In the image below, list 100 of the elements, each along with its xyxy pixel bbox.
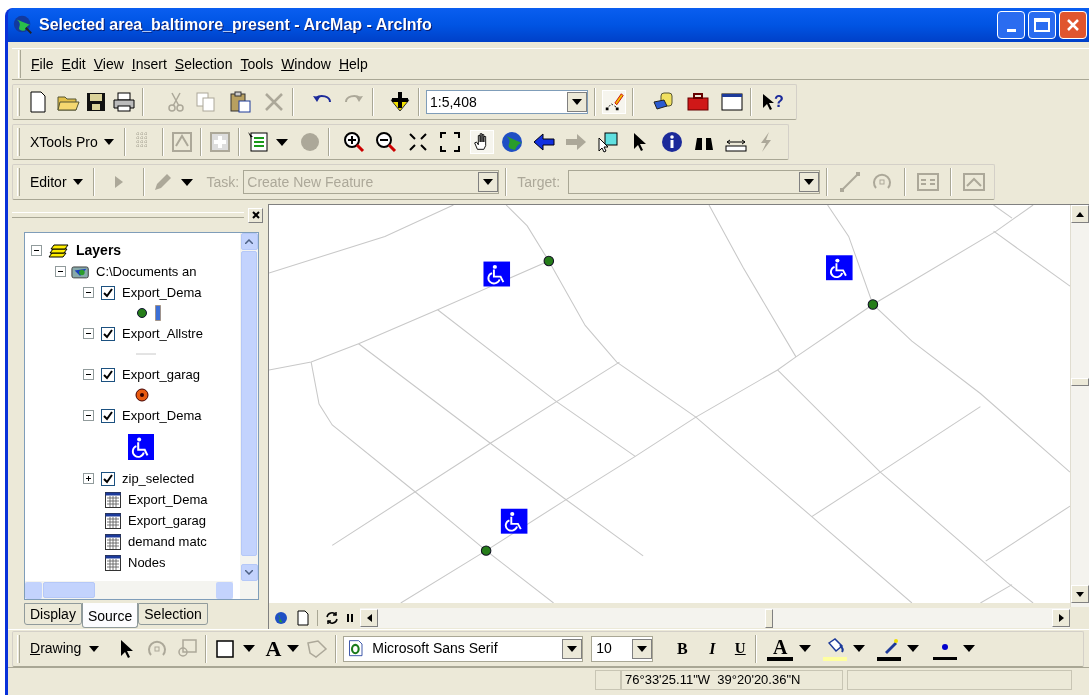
- check-icon: [103, 410, 113, 421]
- collapse-button[interactable]: [31, 244, 42, 256]
- dropdown-button[interactable]: [632, 638, 653, 659]
- tree-item[interactable]: C:\Documents an: [96, 261, 197, 282]
- accessible-marker[interactable]: [500, 508, 528, 534]
- scroll-up-button[interactable]: [1071, 205, 1089, 223]
- vertical-scrollbar[interactable]: [1070, 205, 1089, 607]
- menu-item[interactable]: View: [89, 53, 128, 75]
- fill-color-icon[interactable]: [823, 636, 848, 661]
- horizontal-scrollbar[interactable]: [25, 581, 233, 599]
- paste-icon[interactable]: [228, 90, 252, 114]
- scale-field[interactable]: 1:5,408: [426, 90, 588, 114]
- italic-button[interactable]: I: [703, 636, 722, 661]
- globe-icon[interactable]: [272, 609, 290, 627]
- node-marker[interactable]: [543, 255, 555, 267]
- panel-tab[interactable]: Display: [24, 603, 82, 625]
- tree-item[interactable]: Nodes: [128, 552, 166, 573]
- tree-item[interactable]: demand matc: [128, 531, 207, 552]
- scroll-thumb[interactable]: [765, 608, 773, 628]
- layer-checkbox[interactable]: [101, 471, 115, 486]
- toolbox-icon[interactable]: [686, 90, 710, 114]
- panel-tab[interactable]: Source: [81, 603, 139, 628]
- close-button[interactable]: [248, 207, 263, 223]
- node-marker[interactable]: [867, 299, 879, 310]
- collapse-button[interactable]: [55, 266, 66, 277]
- tree-item[interactable]: Export_garag: [128, 510, 207, 531]
- zoom-out-icon[interactable]: [373, 130, 398, 154]
- page-icon[interactable]: [296, 610, 310, 626]
- menu-item[interactable]: Selection: [170, 53, 237, 75]
- font-field[interactable]: Microsoft Sans Serif: [343, 635, 584, 662]
- menu-item[interactable]: Help: [334, 53, 372, 75]
- command-window-icon[interactable]: [720, 90, 744, 114]
- maximize-button[interactable]: [1028, 11, 1056, 39]
- layer-checkbox[interactable]: [101, 285, 115, 300]
- scroll-right-button[interactable]: [1052, 609, 1070, 627]
- line-symbol-icon: [155, 305, 161, 321]
- spreadsheet-icon[interactable]: [245, 130, 270, 154]
- globe-icon[interactable]: [499, 130, 524, 154]
- scroll-left-button[interactable]: [360, 609, 378, 627]
- horizontal-scrollbar[interactable]: [360, 608, 1070, 628]
- layer-checkbox[interactable]: [101, 326, 115, 341]
- tree-item[interactable]: Export_Dema: [122, 405, 202, 426]
- refresh-icon[interactable]: [324, 610, 340, 626]
- node-marker[interactable]: [480, 545, 492, 556]
- tree-item[interactable]: zip_selected: [122, 468, 195, 489]
- print-icon[interactable]: [112, 90, 136, 114]
- dropdown-button[interactable]: [478, 172, 499, 192]
- tree-item[interactable]: Export_Dema: [128, 489, 208, 510]
- pan-icon[interactable]: [469, 130, 494, 154]
- info-icon[interactable]: [659, 130, 684, 154]
- menu-item[interactable]: Insert: [127, 53, 171, 75]
- layer-checkbox[interactable]: [101, 408, 115, 423]
- menu-item[interactable]: Tools: [236, 53, 278, 75]
- accessible-marker[interactable]: [826, 255, 853, 281]
- menu-item[interactable]: Edit: [57, 53, 90, 75]
- font-size-field[interactable]: 10: [591, 635, 654, 662]
- menu-item[interactable]: Window: [277, 53, 335, 75]
- collapse-button[interactable]: [83, 328, 94, 339]
- tree-item[interactable]: Layers: [76, 239, 122, 261]
- collapse-button[interactable]: [83, 410, 94, 421]
- coordinates-readout: 76°33'25.11"W 39°20'20.36"N: [621, 669, 843, 690]
- text-tool-button[interactable]: A: [265, 637, 282, 660]
- caret-icon: [799, 645, 812, 652]
- panel-grip[interactable]: [12, 212, 244, 218]
- zoom-in-icon[interactable]: [341, 130, 366, 154]
- caret-icon: [804, 179, 815, 185]
- tree-item[interactable]: Export_Allstre: [122, 323, 203, 344]
- select-features-icon[interactable]: [595, 130, 620, 154]
- scroll-thumb[interactable]: [1071, 378, 1089, 386]
- dropdown-button[interactable]: [562, 638, 583, 659]
- accessible-marker[interactable]: [483, 261, 511, 287]
- dropdown-button[interactable]: [799, 172, 820, 192]
- caret-icon: [567, 645, 578, 652]
- expand-button[interactable]: [83, 473, 94, 484]
- back-arrow-icon[interactable]: [531, 130, 556, 154]
- menu-item[interactable]: File: [27, 53, 58, 75]
- add-data-icon[interactable]: [388, 90, 412, 114]
- xtools-menu-button[interactable]: XTools Pro: [26, 131, 118, 153]
- minimize-button[interactable]: [997, 11, 1025, 39]
- editor-toolbar-icon[interactable]: [602, 90, 626, 114]
- status-panel: [595, 669, 621, 690]
- collapse-button[interactable]: [83, 369, 94, 380]
- tree-item[interactable]: Export_garag: [122, 364, 201, 385]
- underline-button[interactable]: U: [731, 637, 750, 660]
- whats-this-button[interactable]: ?: [762, 93, 784, 111]
- vertical-scrollbar[interactable]: [240, 233, 258, 599]
- drawing-menu-button[interactable]: Drawing: [26, 638, 104, 659]
- dropdown-button[interactable]: [567, 92, 587, 112]
- tree-item[interactable]: Export_Dema: [122, 282, 202, 303]
- save-icon[interactable]: [84, 90, 108, 114]
- panel-tab[interactable]: Selection: [138, 603, 208, 625]
- bold-button[interactable]: B: [671, 636, 694, 661]
- line-color-icon[interactable]: [877, 636, 902, 661]
- layer-checkbox[interactable]: [101, 367, 115, 382]
- collapse-button[interactable]: [83, 287, 94, 298]
- scroll-down-button[interactable]: [1071, 585, 1089, 603]
- fixed-zoom-out-icon[interactable]: [437, 130, 462, 154]
- font-color-button[interactable]: A: [767, 636, 794, 661]
- table-icon: [105, 533, 121, 550]
- caret-icon: [853, 645, 866, 652]
